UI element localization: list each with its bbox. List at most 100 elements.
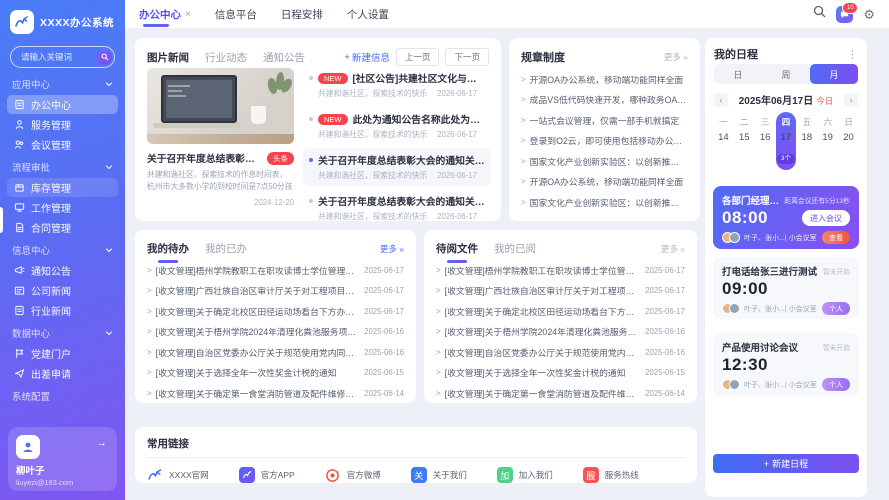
file-item[interactable]: >[收文管理]关于选择全年一次性奖金计税的通知2025-06-15	[436, 366, 685, 379]
todo-item[interactable]: >[收文管理]关于确定第一食堂消防管道及配件维修项目评委，...2025-06-…	[147, 387, 404, 400]
todo-item[interactable]: >[收文管理]梧州学院教职工在职攻读博士学位管理办法(修订)2025-06-17	[147, 264, 404, 277]
meeting-card[interactable]: 各部门经理小会议 距离会议还有5分13秒 08:00 进入会议 叶子、张小...…	[713, 186, 859, 249]
tab-my-todo[interactable]: 我的待办	[147, 241, 189, 256]
tab-info-platform[interactable]: 信息平台	[215, 0, 257, 28]
sidebar-group-settings[interactable]: 系统配置	[0, 384, 125, 406]
todo-more-link[interactable]: 更多 »	[380, 243, 404, 255]
link-official-site[interactable]: XXXX官网	[147, 468, 209, 482]
search-icon[interactable]	[97, 50, 112, 65]
kebab-menu-icon[interactable]: ⋮	[847, 48, 858, 61]
sidebar-item-company-news[interactable]: 公司新闻	[7, 281, 118, 300]
arrow-right-icon[interactable]: →	[96, 437, 107, 449]
meeting-card[interactable]: 产品使用讨论会议 暂未开始 12:30 叶子、张小...| 小会议室 个人	[713, 333, 859, 397]
rule-item[interactable]: >国家文化产业创新实验区：以创新推动产业发展	[521, 155, 688, 168]
view-week[interactable]: 周	[762, 64, 810, 84]
todo-item[interactable]: >[收文管理]关于确定北校区田径运动场看台下方办公室改造工...2025-06-…	[147, 305, 404, 318]
rule-item[interactable]: >登录到O2云，即可使用包括移动办公在内的所有功能!	[521, 134, 688, 147]
sidebar-group-approvals[interactable]: 流程审批	[0, 155, 125, 177]
link-join-us[interactable]: 加 加入我们	[497, 467, 553, 483]
files-more-link[interactable]: 更多 »	[661, 243, 685, 255]
link-official-app[interactable]: 官方APP	[239, 467, 295, 483]
day-cell[interactable]: 16	[755, 132, 776, 143]
link-about-us[interactable]: 关 关于我们	[411, 467, 467, 483]
meeting-tag[interactable]: 个人	[822, 302, 850, 315]
file-item[interactable]: >[收文管理]关于确定北校区田径运动场看台下方办公室改造工...2025-06-…	[436, 305, 685, 318]
sidebar-item-inventory-mgmt[interactable]: 库存管理	[7, 178, 118, 197]
todo-item[interactable]: >[收文管理]关于选择全年一次性奖金计税的通知2025-06-15	[147, 366, 404, 379]
meeting-time: 09:00	[722, 279, 768, 299]
next-page-button[interactable]: 下一页	[445, 48, 489, 66]
sidebar-item-work-mgmt[interactable]: 工作管理	[7, 198, 118, 217]
rules-more-link[interactable]: 更多 »	[664, 51, 688, 63]
file-item[interactable]: >[收文管理]关于梧州学院2024年清理化粪池服务项目评审小组...2025-0…	[436, 325, 685, 338]
sidebar-item-service-mgmt[interactable]: 服务管理	[7, 115, 118, 134]
sidebar-item-meeting-mgmt[interactable]: 会议管理	[7, 135, 118, 154]
new-schedule-button[interactable]: + 新建日程	[713, 454, 859, 473]
day-cell[interactable]: 19	[817, 132, 838, 143]
view-month[interactable]: 月	[810, 64, 858, 84]
rule-item[interactable]: >开源OA办公系统，移动端功能同样全面	[521, 175, 688, 188]
rule-item[interactable]: >国家文化产业创新实验区：以创新推动产业发展	[521, 196, 688, 209]
tab-files-to-read[interactable]: 待阅文件	[436, 241, 478, 256]
rule-item[interactable]: >成品VS低代码快速开发，哪种政务OA系统更好呢？	[521, 93, 688, 106]
prev-page-button[interactable]: 上一页	[396, 48, 440, 66]
news-item[interactable]: NEW 此处为通知公告名称此处为通知公告名称 共建和谐社区，探索技术的快乐 20…	[303, 107, 491, 145]
file-item[interactable]: >[收文管理]关于确定第一食堂消防管道及配件维修项目评委，...2025-06-…	[436, 387, 685, 400]
featured-news-card[interactable]: 关于召开年度总结表彰大会的通知 头条 共建和谐社区，探索技术的作息时间表，杭州市…	[147, 68, 294, 207]
search-icon[interactable]	[813, 5, 826, 23]
sidebar-item-industry-news[interactable]: 行业新闻	[7, 301, 118, 320]
join-meeting-button[interactable]: 进入会议	[802, 210, 850, 226]
sidebar-search-input[interactable]	[19, 51, 97, 63]
file-item[interactable]: >[收文管理]自治区党委办公厅关于规范使用党内同志称谓的通知2025-06-16	[436, 346, 685, 359]
tab-schedule[interactable]: 日程安排	[281, 0, 323, 28]
meeting-card[interactable]: 打电话给张三进行测试 暂未开始 09:00 叶子、张小...| 小会议室 个人	[713, 257, 859, 319]
meeting-tag[interactable]: 查看	[822, 231, 850, 244]
day-cell[interactable]: 15	[734, 132, 755, 143]
chevron-left-icon[interactable]: ‹	[714, 93, 728, 107]
meeting-tag[interactable]: 个人	[822, 378, 850, 391]
user-card[interactable]: → 柳叶子 liuyezi@163.com	[8, 427, 117, 491]
day-cell-selected[interactable]: 17	[776, 132, 797, 143]
arrow-icon: >	[147, 348, 152, 357]
sidebar-item-notices[interactable]: 通知公告	[7, 261, 118, 280]
day-cell[interactable]: 20	[838, 132, 859, 143]
rule-item[interactable]: >开源OA办公系统，移动端功能同样全面	[521, 73, 688, 86]
sidebar-group-data[interactable]: 数据中心	[0, 321, 125, 343]
arrow-icon: >	[521, 75, 526, 84]
arrow-icon: >	[436, 368, 441, 377]
sidebar-group-apps[interactable]: 应用中心	[0, 72, 125, 94]
rule-item[interactable]: >一站式会议管理，仅需一部手机就搞定	[521, 114, 688, 127]
tab-personal-settings[interactable]: 个人设置	[347, 0, 389, 28]
chevron-right-icon[interactable]: ›	[844, 93, 858, 107]
tab-picture-news[interactable]: 图片新闻	[147, 50, 189, 65]
sidebar-group-info[interactable]: 信息中心	[0, 238, 125, 260]
day-cell[interactable]: 14	[713, 132, 734, 143]
tab-files-read[interactable]: 我的已阅	[494, 241, 536, 256]
gear-icon[interactable]: ⚙	[863, 8, 875, 21]
sidebar-item-office-center[interactable]: 办公中心	[7, 95, 118, 114]
sidebar-item-business-trip[interactable]: 出差申请	[7, 364, 118, 383]
news-item[interactable]: 关于召开年度总结表彰大会的通知关于召开年度总结 共建和谐社区，探索技术的快乐 2…	[303, 148, 491, 186]
view-day[interactable]: 日	[714, 64, 762, 84]
link-official-weibo[interactable]: 官方微博	[325, 467, 381, 483]
tab-notice-announcements[interactable]: 通知公告	[263, 50, 305, 65]
todo-item[interactable]: >[收文管理]关于梧州学院2024年清理化粪池服务项目评审小组...2025-0…	[147, 325, 404, 338]
tab-my-done[interactable]: 我的已办	[205, 241, 247, 256]
sidebar-item-party-portal[interactable]: 党建门户	[7, 344, 118, 363]
sidebar-scroll-indicator[interactable]	[0, 207, 3, 233]
file-item[interactable]: >[收文管理]梧州学院教职工在职攻读博士学位管理办法(修订)2025-06-17	[436, 264, 685, 277]
todo-item[interactable]: >[收文管理]广西壮族自治区审计厅关于对工程项目地质勘察实...2025-06-…	[147, 284, 404, 297]
create-info-button[interactable]: + 新建信息	[344, 50, 390, 64]
day-cell[interactable]: 18	[796, 132, 817, 143]
link-service-hotline[interactable]: 服 服务热线	[583, 467, 639, 483]
sidebar-item-contract-mgmt[interactable]: 合同管理	[7, 218, 118, 237]
close-icon[interactable]: ×	[185, 9, 191, 20]
file-item[interactable]: >[收文管理]广西壮族自治区审计厅关于对工程项目地质勘察实...2025-06-…	[436, 284, 685, 297]
sidebar-search[interactable]	[10, 46, 115, 68]
message-icon[interactable]: 10	[836, 6, 853, 23]
news-item[interactable]: NEW [社区公告]共建社区文化与生态，一起奔 共建和谐社区，探索技术的快乐 2…	[303, 66, 491, 104]
tab-industry-trends[interactable]: 行业动态	[205, 50, 247, 65]
news-item[interactable]: 关于召开年度总结表彰大会的通知关于召开年度总 共建和谐社区，探索技术的快乐 20…	[303, 189, 491, 227]
tab-office-center[interactable]: 办公中心 ×	[139, 0, 191, 28]
todo-item[interactable]: >[收文管理]自治区党委办公厅关于规范使用党内同志称谓的通知2025-06-16	[147, 346, 404, 359]
